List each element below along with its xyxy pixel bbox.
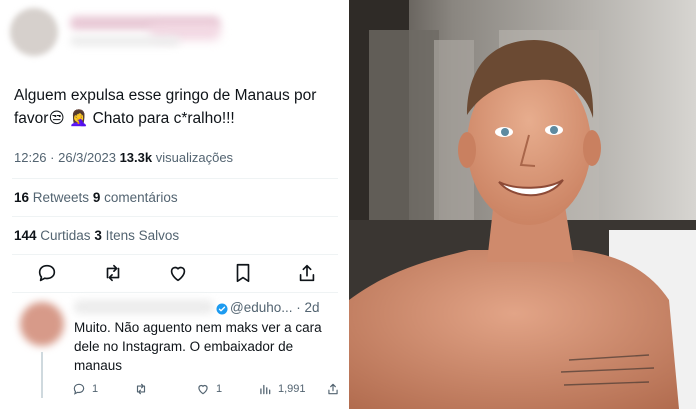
reply-icon <box>73 383 85 395</box>
tweet-text-tail: Chato para c*ralho!!! <box>88 110 235 127</box>
divider <box>12 178 338 179</box>
views-count: 13.3k <box>119 150 153 165</box>
heart-icon[interactable] <box>167 262 191 286</box>
reply-dot: · <box>292 300 305 315</box>
reply-text: Muito. Não aguento nem maks ver a cara d… <box>74 320 322 373</box>
facepalm-emoji: 🤦‍♀️ <box>68 110 89 127</box>
like-saved-stats: 144 Curtidas 3 Itens Salvos <box>14 228 179 243</box>
share-icon <box>328 383 338 395</box>
author-handle-blurred <box>70 36 180 46</box>
reply-views-button[interactable]: 1,991 <box>258 380 306 398</box>
bookmark-icon[interactable] <box>232 262 256 286</box>
reply-reply-count: 1 <box>92 383 99 395</box>
reply-age[interactable]: 2d <box>305 300 320 315</box>
divider <box>12 216 338 217</box>
meta-separator: · <box>46 150 59 165</box>
tweet-panel: Alguem expulsa esse gringo de Manaus por… <box>0 0 346 409</box>
saved-label[interactable]: Itens Salvos <box>102 228 180 243</box>
verified-badge-icon <box>216 302 228 315</box>
divider <box>12 292 338 293</box>
tweet-text: Alguem expulsa esse gringo de Manaus por… <box>14 84 334 130</box>
tweet-text-favor: favor <box>14 110 49 127</box>
retweet-icon[interactable] <box>102 262 126 286</box>
reply-avatar-blurred[interactable] <box>20 302 64 346</box>
heart-icon <box>198 384 208 395</box>
retweets-label[interactable]: Retweets <box>29 190 93 205</box>
reply-handle-line: @eduho... · 2d <box>230 300 320 315</box>
tweet-text-line1: Alguem expulsa esse gringo de Manaus por <box>14 87 317 104</box>
reply-handle[interactable]: @eduho... <box>230 300 293 315</box>
reply-reply-button[interactable]: 1 <box>72 380 98 398</box>
retweet-comment-stats: 16 Retweets 9 comentários <box>14 190 178 205</box>
unamused-emoji: 😒 <box>48 110 65 127</box>
selfie-photo-illustration <box>349 0 696 409</box>
views-label: visualizações <box>152 150 234 165</box>
reply-view-count: 1,991 <box>278 383 306 395</box>
retweets-count[interactable]: 16 <box>14 190 29 205</box>
tweet-date[interactable]: 26/3/2023 <box>58 150 116 165</box>
reply-icon[interactable] <box>36 262 60 286</box>
share-icon[interactable] <box>296 262 320 286</box>
selfie-photo <box>349 0 696 409</box>
reply-action-bar: 1 1 1,991 <box>0 380 346 400</box>
reply-share-button[interactable] <box>326 380 346 398</box>
likes-count[interactable]: 144 <box>14 228 37 243</box>
likes-label[interactable]: Curtidas <box>37 228 95 243</box>
views-chart-icon <box>260 384 271 395</box>
reply-retweet-button[interactable] <box>134 380 154 398</box>
tweet-text-line2: favor😒 🤦‍♀️ Chato para c*ralho!!! <box>14 107 334 130</box>
author-avatar-blurred[interactable] <box>10 8 58 56</box>
comments-label[interactable]: comentários <box>100 190 178 205</box>
reply-like-count: 1 <box>216 383 223 395</box>
reply-author-name-blurred[interactable] <box>74 300 214 314</box>
retweet-icon <box>136 383 146 395</box>
tweet-time[interactable]: 12:26 <box>14 150 47 165</box>
tweet-action-bar <box>0 262 346 288</box>
tweet-meta: 12:26 · 26/3/2023 13.3k visualizações <box>14 150 233 165</box>
saved-count[interactable]: 3 <box>94 228 102 243</box>
reply-like-button[interactable]: 1 <box>196 380 222 398</box>
divider <box>12 254 338 255</box>
